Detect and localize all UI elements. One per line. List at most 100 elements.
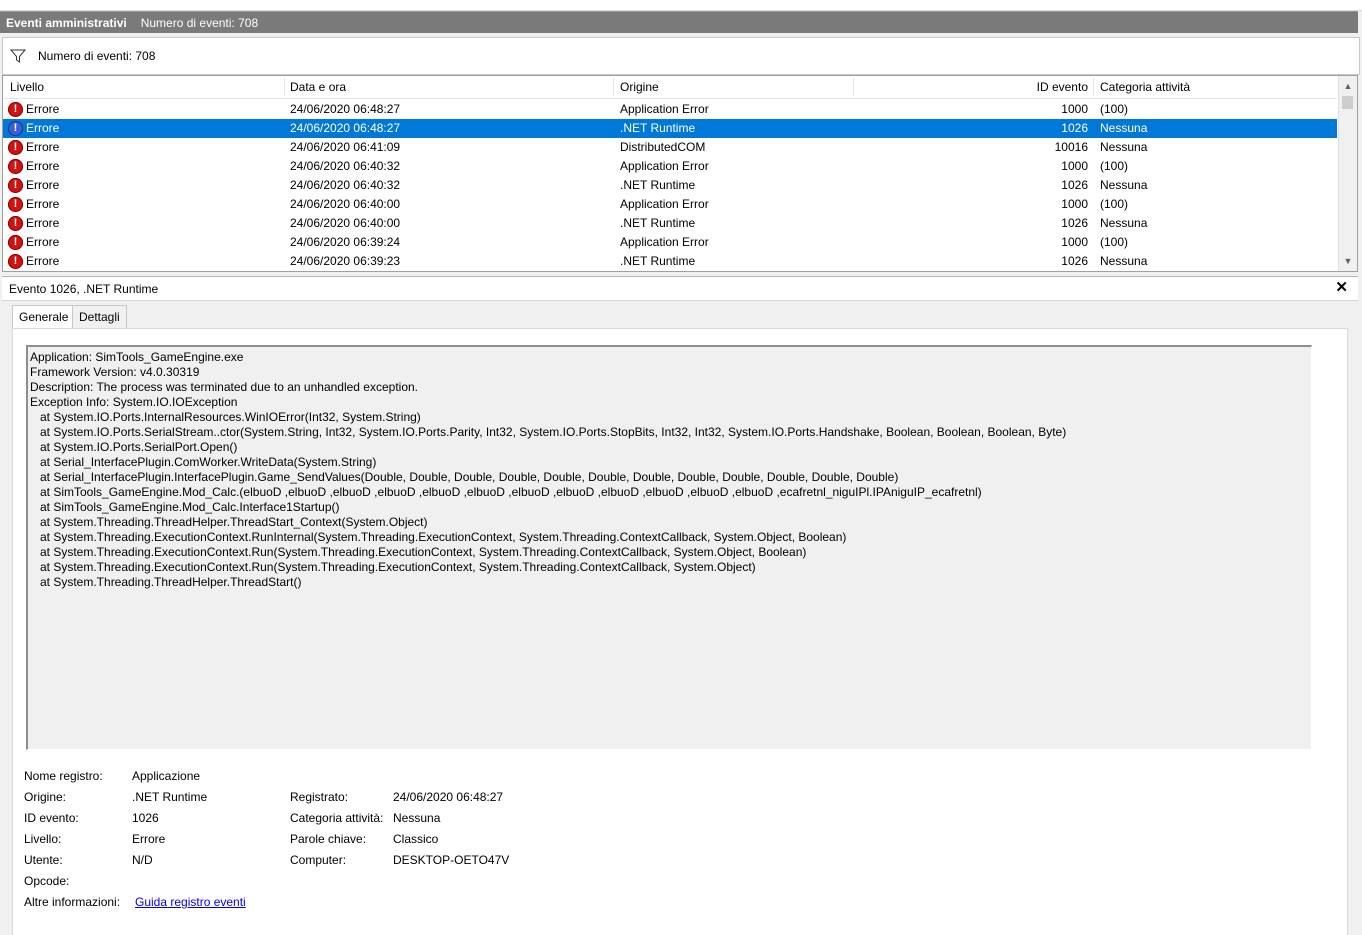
description-line: at System.Threading.ExecutionContext.Run…: [30, 545, 807, 559]
cell-category: (100): [1100, 159, 1129, 173]
event-detail-title: Evento 1026, .NET Runtime: [9, 281, 159, 296]
scroll-down-icon[interactable]: ▼: [1339, 253, 1357, 269]
cell-event-id: 1026: [1061, 254, 1088, 268]
level-label: Livello:: [24, 832, 62, 846]
cell-date: 24/06/2020 06:39:23: [290, 254, 401, 268]
event-id-label: ID evento:: [24, 811, 79, 825]
cell-category: (100): [1100, 102, 1129, 116]
cell-level: Errore: [26, 197, 60, 211]
section-title: Eventi amministrativi: [6, 15, 127, 30]
table-row[interactable]: ! Errore 24/06/2020 06:39:23 .NET Runtime 10…: [3, 252, 1337, 271]
event-log-help-link[interactable]: Guida registro eventi: [135, 895, 246, 909]
error-icon: !: [8, 254, 23, 269]
error-icon: !: [8, 178, 23, 193]
computer-label: Computer:: [290, 853, 347, 867]
column-header-category[interactable]: Categoria attività: [1100, 76, 1190, 98]
opcode-label: Opcode:: [24, 874, 70, 888]
cell-event-id: 1026: [1061, 216, 1088, 230]
cell-level: Errore: [26, 102, 60, 116]
source-value: .NET Runtime: [132, 790, 208, 804]
table-row[interactable]: ! Errore 24/06/2020 06:40:32 .NET Runtime 10…: [3, 176, 1337, 195]
cell-source: .NET Runtime: [620, 178, 696, 192]
cell-source: .NET Runtime: [620, 254, 696, 268]
column-header-source[interactable]: Origine: [620, 76, 659, 98]
table-row[interactable]: ! Errore 24/06/2020 06:40:00 .NET Runtime 10…: [3, 214, 1337, 233]
logged-label: Registrato:: [290, 790, 349, 804]
error-icon: !: [8, 102, 23, 117]
task-category-value: Nessuna: [393, 811, 441, 825]
user-label: Utente:: [24, 853, 63, 867]
scroll-up-icon[interactable]: ▲: [1339, 78, 1357, 94]
column-header-event-id[interactable]: ID evento: [858, 76, 1088, 98]
cell-date: 24/06/2020 06:41:09: [290, 140, 401, 154]
column-divider[interactable]: [853, 78, 854, 96]
cell-source: DistributedCOM: [620, 140, 706, 154]
cell-date: 24/06/2020 06:40:32: [290, 178, 401, 192]
table-row[interactable]: ! Errore 24/06/2020 06:39:24 Application Er…: [3, 233, 1337, 252]
cell-event-id: 1000: [1061, 102, 1088, 116]
scroll-thumb[interactable]: [1342, 96, 1353, 109]
error-icon: !: [8, 216, 23, 231]
tab-dettagli[interactable]: Dettagli: [72, 305, 127, 328]
cell-event-id: 1026: [1061, 121, 1088, 135]
description-line: at Serial_InterfacePlugin.ComWorker.Writ…: [30, 455, 377, 469]
filter-bar: Numero di eventi: 708: [2, 37, 1360, 75]
description-line: at SimTools_GameEngine.Mod_Calc.(elbuoD …: [30, 485, 982, 499]
table-header: Livello Data e ora Origine ID evento Cat…: [3, 76, 1337, 99]
description-line: at System.Threading.ExecutionContext.Run…: [30, 560, 756, 574]
close-icon[interactable]: ✕: [1335, 278, 1348, 298]
description-line: at System.Threading.ExecutionContext.Run…: [30, 530, 847, 544]
error-icon: !: [8, 197, 23, 212]
cell-category: Nessuna: [1100, 121, 1148, 135]
vertical-scrollbar[interactable]: ▲ ▼: [1338, 76, 1357, 271]
cell-level: Errore: [26, 159, 60, 173]
cell-source: Application Error: [620, 159, 709, 173]
event-id-value: 1026: [132, 811, 159, 825]
cell-level: Errore: [26, 178, 60, 192]
column-header-level[interactable]: Livello: [10, 76, 44, 98]
error-icon: !: [8, 140, 23, 155]
cell-category: Nessuna: [1100, 178, 1148, 192]
section-title-bar: Eventi amministrativi Numero di eventi: …: [0, 11, 1358, 33]
table-row[interactable]: ! Errore 24/06/2020 06:48:27 .NET Runtime 10…: [3, 119, 1337, 138]
description-line: at System.Threading.ThreadHelper.ThreadS…: [30, 575, 302, 589]
description-line: at System.IO.Ports.InternalResources.Win…: [30, 410, 421, 424]
section-event-count: Numero di eventi: 708: [140, 15, 259, 30]
table-row[interactable]: ! Errore 24/06/2020 06:41:09 DistributedCOM…: [3, 138, 1337, 157]
column-divider[interactable]: [613, 78, 614, 96]
cell-level: Errore: [26, 140, 60, 154]
cell-date: 24/06/2020 06:39:24: [290, 235, 401, 249]
event-description-box[interactable]: Application: SimTools_GameEngine.exe Fram…: [26, 345, 1312, 750]
task-category-label: Categoria attività:: [290, 811, 384, 825]
cell-date: 24/06/2020 06:48:27: [290, 102, 401, 116]
cell-source: Application Error: [620, 235, 709, 249]
cell-event-id: 1000: [1061, 197, 1088, 211]
table-row[interactable]: ! Errore 24/06/2020 06:40:32 Application Er…: [3, 157, 1337, 176]
cell-source: .NET Runtime: [620, 216, 696, 230]
description-line: Framework Version: v4.0.30319: [30, 365, 200, 379]
filter-icon[interactable]: [9, 47, 27, 65]
cell-level: Errore: [26, 216, 60, 230]
cell-event-id: 1026: [1061, 178, 1088, 192]
log-name-value: Applicazione: [132, 769, 201, 783]
column-header-date[interactable]: Data e ora: [290, 76, 346, 98]
description-line: Application: SimTools_GameEngine.exe: [30, 350, 244, 364]
cell-date: 24/06/2020 06:40:32: [290, 159, 401, 173]
description-line: at SimTools_GameEngine.Mod_Calc.Interfac…: [30, 500, 340, 514]
keywords-label: Parole chiave:: [290, 832, 367, 846]
cell-event-id: 1000: [1061, 159, 1088, 173]
cell-category: Nessuna: [1100, 216, 1148, 230]
description-line: at System.IO.Ports.SerialStream..ctor(Sy…: [30, 425, 1067, 439]
tab-generale[interactable]: Generale: [12, 305, 76, 329]
source-label: Origine:: [24, 790, 67, 804]
column-divider[interactable]: [284, 78, 285, 96]
cell-category: (100): [1100, 197, 1129, 211]
cell-date: 24/06/2020 06:40:00: [290, 197, 401, 211]
column-divider[interactable]: [1093, 78, 1094, 96]
description-line: Exception Info: System.IO.IOException: [30, 395, 238, 409]
top-strip: [0, 0, 1362, 11]
more-info-label: Altre informazioni:: [24, 895, 121, 909]
table-row[interactable]: ! Errore 24/06/2020 06:40:00 Application Er…: [3, 195, 1337, 214]
table-row[interactable]: ! Errore 24/06/2020 06:48:27 Application Er…: [3, 100, 1337, 119]
keywords-value: Classico: [393, 832, 439, 846]
